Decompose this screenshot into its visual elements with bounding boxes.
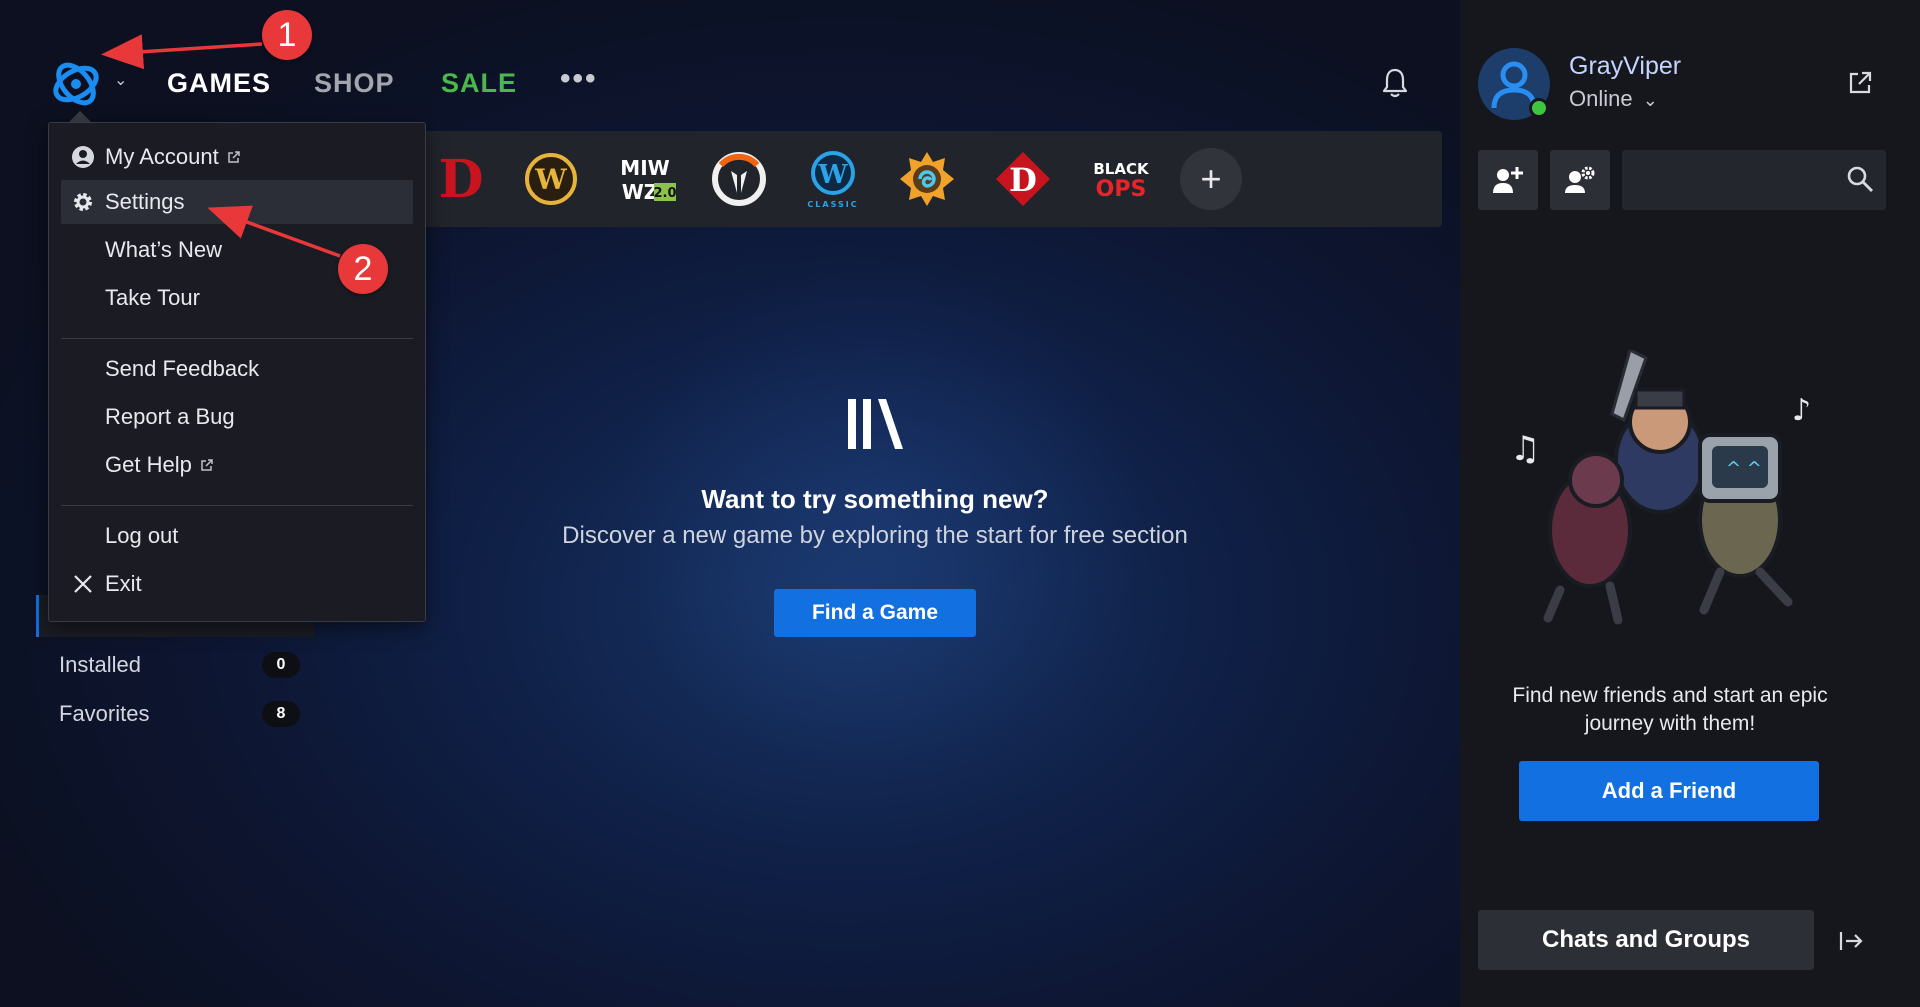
online-status-dot [1529, 98, 1549, 118]
svg-text:^ ^: ^ ^ [1726, 458, 1762, 479]
game-mw2-warzone[interactable]: MIW WZ 2.0 [610, 147, 680, 211]
games-bar: D W MIW WZ 2.0 W CLASSIC D BLACK OPS + [410, 131, 1442, 227]
battlenet-logo-icon[interactable] [46, 52, 106, 112]
game-diablo-iv[interactable]: D [426, 147, 496, 211]
account-menu: My Account Settings What’s New Take Tour… [48, 122, 426, 622]
black-ops-icon: BLACK OPS [1093, 160, 1150, 202]
close-icon [61, 573, 105, 595]
game-hearthstone[interactable] [892, 147, 962, 211]
menu-item-settings[interactable]: Settings [61, 180, 413, 224]
search-icon[interactable] [1846, 165, 1874, 193]
menu-item-send-feedback[interactable]: Send Feedback [61, 347, 413, 391]
menu-divider [61, 338, 413, 339]
game-diablo-immortal[interactable]: D [988, 147, 1058, 211]
svg-text:BLACK: BLACK [1093, 160, 1150, 178]
add-user-icon [1493, 167, 1523, 193]
overwatch-icon [712, 152, 766, 206]
add-friend-icon-button[interactable] [1478, 150, 1538, 210]
hearthstone-icon [900, 152, 954, 206]
menu-item-exit[interactable]: Exit [61, 562, 413, 606]
battlenet-app: — ❐ ✕ ⌄ GAMES SHOP SALE ••• D W [0, 0, 1920, 1007]
nav-sale[interactable]: SALE [441, 68, 517, 99]
game-overwatch[interactable] [704, 147, 774, 211]
user-circle-icon [61, 145, 105, 169]
collapse-panel-icon[interactable] [1838, 928, 1864, 954]
find-a-game-button[interactable]: Find a Game [774, 589, 976, 637]
warzone-icon: MIW WZ 2.0 [620, 156, 676, 204]
library-icon [848, 399, 903, 449]
more-menu-button[interactable]: ••• [560, 62, 598, 96]
chevron-down-icon: ⌄ [1642, 90, 1658, 110]
svg-text:OPS: OPS [1096, 177, 1147, 202]
menu-item-get-help[interactable]: Get Help [61, 443, 413, 487]
friends-illustration: ♫ ♪ ^ ^ [1510, 350, 1811, 625]
game-black-ops[interactable]: BLACK OPS [1086, 147, 1156, 211]
background-logo [620, 250, 1140, 790]
popout-icon[interactable] [1847, 70, 1873, 96]
wow-classic-icon: W CLASSIC [807, 151, 858, 209]
library-item-installed[interactable]: Installed [59, 652, 141, 678]
top-nav: ⌄ GAMES SHOP SALE ••• [0, 40, 1460, 120]
friend-settings-button[interactable] [1550, 150, 1610, 210]
favorites-count-badge: 8 [262, 701, 300, 727]
annotation-badge-2: 2 [338, 244, 388, 294]
menu-divider [61, 505, 413, 506]
game-wow-classic[interactable]: W CLASSIC [798, 147, 868, 211]
svg-text:W: W [534, 163, 567, 196]
menu-item-log-out[interactable]: Log out [61, 514, 413, 558]
warcraft-icon: W [525, 153, 577, 205]
svg-text:♪: ♪ [1792, 393, 1811, 428]
svg-text:2.0: 2.0 [653, 186, 676, 201]
menu-item-my-account[interactable]: My Account [61, 135, 413, 179]
friend-search-input[interactable] [1622, 150, 1832, 210]
nav-games[interactable]: GAMES [167, 68, 271, 99]
svg-text:W: W [817, 160, 848, 190]
gear-icon [61, 190, 105, 214]
chats-and-groups-button[interactable]: Chats and Groups [1478, 910, 1814, 970]
external-link-icon [227, 151, 240, 163]
presence-status[interactable]: Online ⌄ [1569, 86, 1658, 112]
game-world-of-warcraft[interactable]: W [516, 147, 586, 211]
nav-shop[interactable]: SHOP [314, 68, 395, 99]
bell-icon[interactable] [1380, 66, 1410, 100]
promo-subtitle: Discover a new game by exploring the sta… [562, 522, 1188, 549]
installed-count-badge: 0 [262, 652, 300, 678]
promo-title: Want to try something new? [701, 484, 1049, 514]
svg-text:D: D [1009, 161, 1037, 199]
svg-text:MIW: MIW [620, 156, 669, 180]
find-friends-text: Find new friends and start an epic journ… [1512, 684, 1828, 735]
username[interactable]: GrayViper [1569, 52, 1681, 81]
user-settings-icon [1565, 166, 1595, 193]
menu-item-report-bug[interactable]: Report a Bug [61, 395, 413, 439]
external-link-icon [201, 459, 213, 471]
chevron-down-icon[interactable]: ⌄ [114, 70, 127, 90]
library-item-favorites[interactable]: Favorites [59, 701, 149, 727]
annotation-badge-1: 1 [262, 10, 312, 60]
add-game-button[interactable]: + [1180, 148, 1242, 210]
svg-text:♫: ♫ [1510, 429, 1540, 469]
diablo-immortal-icon: D [996, 152, 1050, 206]
svg-text:CLASSIC: CLASSIC [807, 200, 858, 209]
add-a-friend-button[interactable]: Add a Friend [1519, 761, 1819, 821]
